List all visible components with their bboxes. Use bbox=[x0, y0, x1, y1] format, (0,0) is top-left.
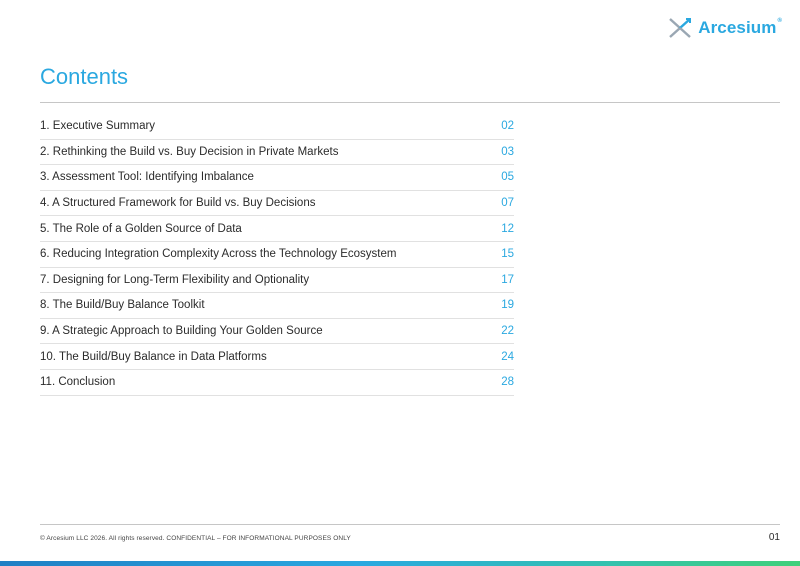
toc-entry-page[interactable]: 24 bbox=[501, 351, 514, 363]
footer-divider bbox=[40, 524, 780, 525]
toc-entry-page[interactable]: 02 bbox=[501, 120, 514, 132]
toc-entry-1[interactable]: 1. Executive Summary 02 bbox=[40, 114, 514, 140]
registered-mark: ® bbox=[777, 18, 782, 24]
toc-entry-11[interactable]: 11. Conclusion 28 bbox=[40, 370, 514, 396]
toc-entry-8[interactable]: 8. The Build/Buy Balance Toolkit 19 bbox=[40, 293, 514, 319]
toc-entry-label: 3. Assessment Tool: Identifying Imbalanc… bbox=[40, 171, 254, 184]
toc-entry-page[interactable]: 22 bbox=[501, 325, 514, 337]
toc-entry-3[interactable]: 3. Assessment Tool: Identifying Imbalanc… bbox=[40, 165, 514, 191]
arcesium-logo: Arcesium® bbox=[668, 16, 782, 40]
toc-entry-page[interactable]: 12 bbox=[501, 223, 514, 235]
toc-entry-page[interactable]: 15 bbox=[501, 248, 514, 260]
title-divider bbox=[40, 102, 780, 103]
toc-entry-label: 6. Reducing Integration Complexity Acros… bbox=[40, 248, 397, 261]
page-number: 01 bbox=[768, 532, 780, 543]
arcesium-logo-icon bbox=[669, 18, 692, 38]
toc-entry-label: 4. A Structured Framework for Build vs. … bbox=[40, 197, 316, 210]
page-title: Contents bbox=[40, 64, 129, 89]
toc-entry-6[interactable]: 6. Reducing Integration Complexity Acros… bbox=[40, 242, 514, 268]
toc-entry-label: 1. Executive Summary bbox=[40, 120, 156, 133]
toc-entry-7[interactable]: 7. Designing for Long-Term Flexibility a… bbox=[40, 268, 514, 294]
toc-entry-page[interactable]: 28 bbox=[501, 376, 514, 388]
toc-entry-page[interactable]: 05 bbox=[501, 171, 514, 183]
toc-entry-5[interactable]: 5. The Role of a Golden Source of Data 12 bbox=[40, 216, 514, 242]
toc-entry-label: 5. The Role of a Golden Source of Data bbox=[40, 222, 242, 235]
toc-entry-label: 11. Conclusion bbox=[40, 376, 116, 389]
toc-entry-page[interactable]: 07 bbox=[501, 197, 514, 209]
brand-name: Arcesium® bbox=[698, 18, 782, 37]
table-of-contents: 1. Executive Summary 02 2. Rethinking the… bbox=[40, 114, 514, 396]
toc-entry-label: 10. The Build/Buy Balance in Data Platfo… bbox=[40, 350, 267, 363]
bottom-gradient-bar bbox=[0, 561, 800, 566]
toc-entry-page[interactable]: 17 bbox=[501, 274, 514, 286]
toc-entry-4[interactable]: 4. A Structured Framework for Build vs. … bbox=[40, 191, 514, 217]
toc-entry-9[interactable]: 9. A Strategic Approach to Building Your… bbox=[40, 319, 514, 345]
toc-entry-label: 2. Rethinking the Build vs. Buy Decision… bbox=[40, 145, 339, 158]
toc-entry-10[interactable]: 10. The Build/Buy Balance in Data Platfo… bbox=[40, 344, 514, 370]
toc-entry-label: 8. The Build/Buy Balance Toolkit bbox=[40, 299, 205, 312]
toc-entry-label: 9. A Strategic Approach to Building Your… bbox=[40, 325, 323, 338]
toc-entry-page[interactable]: 03 bbox=[501, 146, 514, 158]
toc-entry-2[interactable]: 2. Rethinking the Build vs. Buy Decision… bbox=[40, 140, 514, 166]
footer-copyright: © Arcesium LLC 2026. All rights reserved… bbox=[40, 535, 351, 542]
toc-entry-label: 7. Designing for Long-Term Flexibility a… bbox=[40, 273, 310, 286]
toc-entry-page[interactable]: 19 bbox=[501, 299, 514, 311]
